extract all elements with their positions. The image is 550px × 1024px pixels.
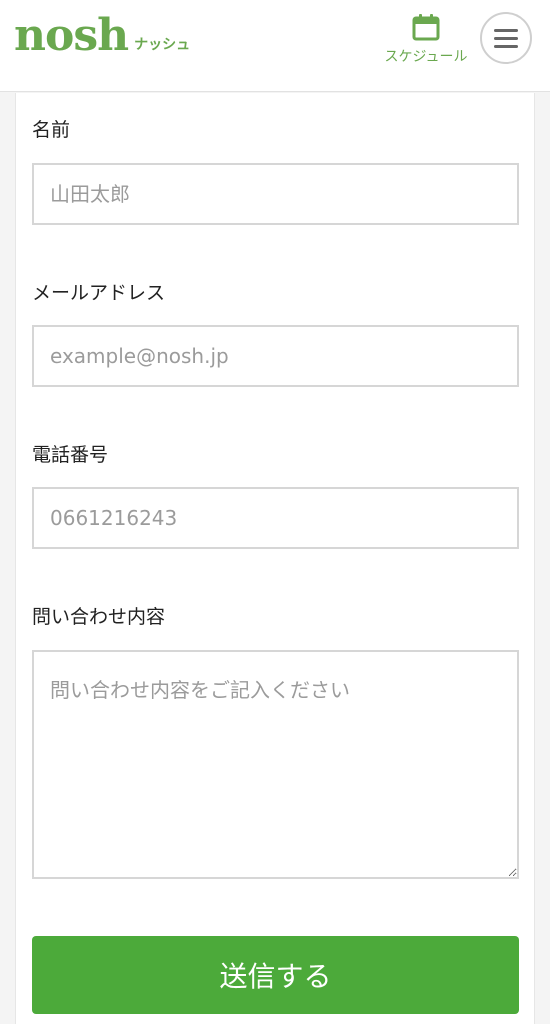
name-input[interactable] xyxy=(32,163,519,225)
hamburger-menu-button[interactable] xyxy=(480,12,532,64)
inquiry-label: 問い合わせ内容 xyxy=(32,606,166,628)
name-label: 名前 xyxy=(32,119,71,141)
logo-subtext: ナッシュ xyxy=(134,37,191,53)
schedule-label: スケジュール xyxy=(384,49,468,65)
menu-line xyxy=(494,29,518,32)
phone-input[interactable] xyxy=(32,487,519,549)
menu-line xyxy=(494,45,518,48)
contact-form: 名前 メールアドレス 電話番号 問い合わせ内容 送信する xyxy=(15,93,535,1024)
menu-line xyxy=(494,37,518,40)
inquiry-textarea[interactable] xyxy=(32,650,519,879)
calendar-icon xyxy=(412,14,440,41)
email-label: メールアドレス xyxy=(32,282,166,304)
nosh-logo[interactable]: nosh ナッシュ xyxy=(14,14,190,58)
submit-button[interactable]: 送信する xyxy=(32,936,519,1014)
email-input[interactable] xyxy=(32,325,519,387)
schedule-link[interactable]: スケジュール xyxy=(378,12,474,66)
logo-text: nosh xyxy=(14,10,129,61)
header: nosh ナッシュ スケジュール xyxy=(0,0,550,92)
phone-label: 電話番号 xyxy=(32,444,109,466)
